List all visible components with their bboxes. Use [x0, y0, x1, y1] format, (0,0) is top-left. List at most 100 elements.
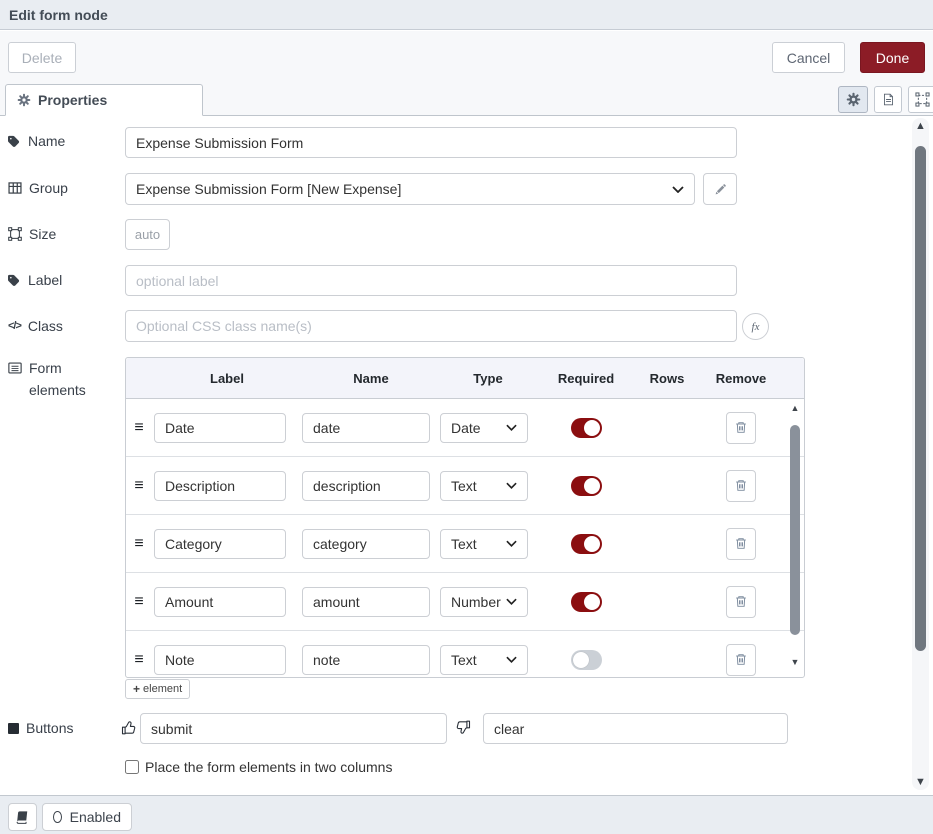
- code-icon: </>: [8, 320, 21, 332]
- appearance-view-button[interactable]: [908, 86, 933, 113]
- column-header-required: Required: [536, 371, 636, 386]
- tab-properties[interactable]: Properties: [5, 84, 203, 116]
- required-toggle[interactable]: [571, 418, 602, 438]
- element-type-select[interactable]: Number: [440, 587, 528, 617]
- clear-button-label-input[interactable]: [483, 713, 788, 744]
- column-header-rows: Rows: [636, 371, 698, 386]
- element-label-input[interactable]: [154, 645, 286, 675]
- trash-icon: [734, 652, 748, 667]
- chevron-down-icon: [506, 598, 517, 605]
- table-row: ≡ Text: [126, 630, 804, 677]
- class-field-label: </> Class: [8, 318, 63, 334]
- delete-element-button[interactable]: [726, 644, 756, 676]
- tab-properties-label: Properties: [38, 92, 107, 108]
- required-toggle[interactable]: [571, 476, 602, 496]
- element-label-input[interactable]: [154, 471, 286, 501]
- scroll-down-icon[interactable]: ▼: [788, 657, 802, 667]
- delete-element-button[interactable]: [726, 586, 756, 618]
- tag-icon: [8, 135, 21, 148]
- name-field-label: Name: [8, 133, 65, 149]
- chevron-down-icon: [672, 186, 684, 193]
- drag-handle-icon[interactable]: ≡: [126, 651, 152, 669]
- square-icon: [8, 723, 19, 734]
- column-header-name: Name: [302, 371, 440, 386]
- node-enabled-toggle[interactable]: Enabled: [42, 803, 132, 831]
- label-field-label: Label: [8, 272, 62, 288]
- element-name-input[interactable]: [302, 529, 430, 559]
- two-columns-option: Place the form elements in two columns: [125, 759, 392, 775]
- element-name-input[interactable]: [302, 413, 430, 443]
- element-name-input[interactable]: [302, 471, 430, 501]
- edit-form-node-dialog: Edit form node Delete Cancel Done Proper…: [0, 0, 933, 834]
- element-label-input[interactable]: [154, 587, 286, 617]
- table-scrollbar-thumb[interactable]: [790, 425, 800, 635]
- object-group-icon: [8, 227, 22, 241]
- drag-handle-icon[interactable]: ≡: [126, 593, 152, 611]
- class-input[interactable]: [125, 310, 737, 342]
- form-elements-body: ≡ Date ≡: [126, 399, 804, 677]
- submit-button-label-input[interactable]: [140, 713, 447, 744]
- selection-rect-icon: [915, 92, 930, 107]
- label-input[interactable]: [125, 265, 737, 296]
- table-scrollbar[interactable]: ▲ ▼: [788, 403, 802, 673]
- group-select[interactable]: Expense Submission Form [New Expense]: [125, 173, 695, 205]
- table-icon: [8, 181, 22, 195]
- required-toggle[interactable]: [571, 650, 602, 670]
- dialog-toolbar: Delete Cancel Done: [0, 31, 933, 84]
- plus-icon: +: [133, 682, 140, 696]
- dialog-title: Edit form node: [9, 7, 108, 23]
- cancel-button[interactable]: Cancel: [772, 42, 845, 73]
- size-button[interactable]: auto: [125, 219, 170, 250]
- delete-element-button[interactable]: [726, 470, 756, 502]
- chevron-down-icon: [506, 656, 517, 663]
- circle-icon: [53, 811, 62, 823]
- name-input[interactable]: [125, 127, 737, 158]
- table-row: ≡ Number: [126, 572, 804, 630]
- description-view-button[interactable]: [874, 86, 902, 113]
- scroll-up-icon[interactable]: ▲: [912, 120, 929, 132]
- required-toggle[interactable]: [571, 534, 602, 554]
- properties-view-button[interactable]: [838, 86, 868, 113]
- element-type-select[interactable]: Text: [440, 645, 528, 675]
- add-element-button[interactable]: + element: [125, 679, 190, 699]
- chevron-down-icon: [506, 482, 517, 489]
- trash-icon: [734, 536, 748, 551]
- element-type-select[interactable]: Text: [440, 529, 528, 559]
- table-row: ≡ Text: [126, 456, 804, 514]
- dialog-header: Edit form node: [0, 0, 933, 30]
- gear-icon: [846, 92, 861, 107]
- main-scrollbar[interactable]: ▲ ▼: [912, 118, 929, 790]
- form-elements-field-label: Form elements: [8, 358, 94, 401]
- element-type-select[interactable]: Text: [440, 471, 528, 501]
- delete-element-button[interactable]: [726, 528, 756, 560]
- size-field-label: Size: [8, 226, 56, 242]
- column-header-remove: Remove: [698, 371, 784, 386]
- scroll-down-icon[interactable]: ▼: [912, 776, 929, 788]
- node-help-button[interactable]: [8, 803, 37, 831]
- element-label-input[interactable]: [154, 529, 286, 559]
- main-scrollbar-thumb[interactable]: [915, 146, 926, 651]
- pencil-icon: [714, 183, 727, 196]
- drag-handle-icon[interactable]: ≡: [126, 477, 152, 495]
- buttons-field-label: Buttons: [8, 720, 73, 736]
- element-name-input[interactable]: [302, 645, 430, 675]
- element-label-input[interactable]: [154, 413, 286, 443]
- two-columns-label: Place the form elements in two columns: [145, 759, 392, 775]
- thumbs-down-icon: [455, 719, 471, 735]
- element-name-input[interactable]: [302, 587, 430, 617]
- edit-group-button[interactable]: [703, 173, 737, 205]
- drag-handle-icon[interactable]: ≡: [126, 419, 152, 437]
- scroll-up-icon[interactable]: ▲: [788, 403, 802, 413]
- fx-icon: fx: [752, 321, 760, 333]
- delete-button[interactable]: Delete: [8, 42, 76, 73]
- column-header-type: Type: [440, 371, 536, 386]
- thumbs-up-icon: [121, 720, 137, 736]
- drag-handle-icon[interactable]: ≡: [126, 535, 152, 553]
- form-elements-table: Label Name Type Required Rows Remove ≡ D…: [125, 357, 805, 678]
- two-columns-checkbox[interactable]: [125, 760, 139, 774]
- class-expand-button[interactable]: fx: [742, 313, 769, 340]
- element-type-select[interactable]: Date: [440, 413, 528, 443]
- required-toggle[interactable]: [571, 592, 602, 612]
- done-button[interactable]: Done: [860, 42, 925, 73]
- delete-element-button[interactable]: [726, 412, 756, 444]
